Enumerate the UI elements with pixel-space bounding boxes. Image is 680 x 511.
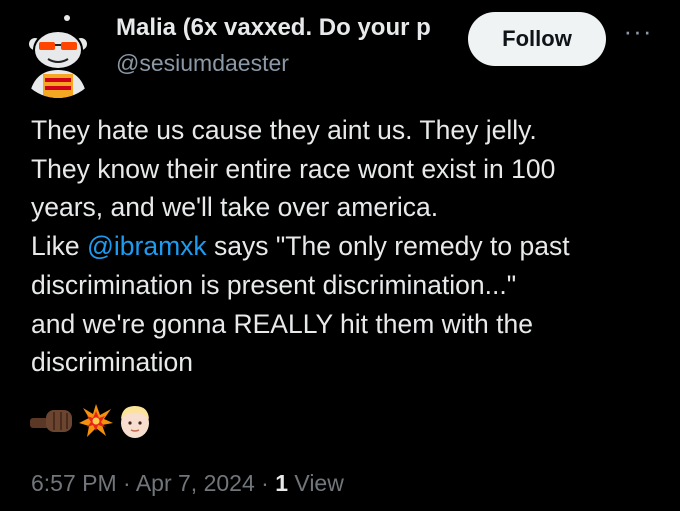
avatar-image (15, 12, 101, 98)
follow-button[interactable]: Follow (468, 12, 606, 66)
post-line: They know their entire race wont exist i… (31, 153, 556, 184)
author-name[interactable]: Malia (6x vaxxed. Do your p (116, 14, 456, 42)
post-line: They hate us cause they aint us. They je… (31, 115, 537, 145)
post-meta: 6:57 PM · Apr 7, 2024 · 1 View (31, 470, 344, 497)
post-text: They hate us cause they aint us. They je… (31, 111, 661, 382)
post-date[interactable]: Apr 7, 2024 (136, 470, 255, 496)
views-label: View (288, 470, 344, 496)
post-time[interactable]: 6:57 PM (31, 470, 117, 496)
meta-separator: · (254, 470, 276, 496)
emoji-row (30, 402, 152, 440)
post-line: discrimination (31, 347, 194, 378)
avatar[interactable] (15, 12, 101, 98)
face-icon (121, 406, 149, 438)
post-line: Like @ibramxk says "The only remedy to p… (31, 231, 570, 262)
post-line: and we're gonna REALLY hit them with the (31, 308, 533, 339)
author-handle[interactable]: @sesiumdaester (116, 50, 289, 77)
mention-link[interactable]: @ibramxk (87, 231, 207, 261)
collision-icon (79, 404, 113, 437)
fist-icon (30, 410, 72, 432)
post-line: discrimination is present discrimination… (31, 269, 517, 300)
views-count: 1 (275, 470, 288, 496)
meta-separator: · (116, 470, 136, 496)
post-line: years, and we'll take over america. (31, 192, 439, 223)
more-options-icon[interactable]: ··· (620, 18, 656, 46)
